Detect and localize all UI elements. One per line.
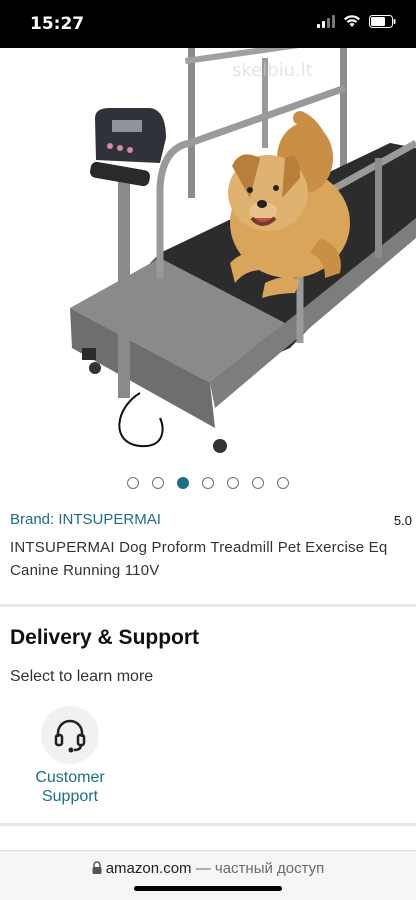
browser-address-bar[interactable]: amazon.com — частный доступ bbox=[0, 850, 416, 900]
delivery-support-subtitle: Select to learn more bbox=[10, 668, 154, 685]
status-time: 15:27 bbox=[30, 14, 85, 34]
rating-value[interactable]: 5.0 bbox=[394, 513, 412, 528]
address-private-mode: — частный доступ bbox=[191, 860, 325, 877]
product-image[interactable]: skelbiu.lt bbox=[0, 48, 416, 458]
carousel-dot[interactable] bbox=[252, 477, 264, 489]
product-title-line2: Canine Running 110V bbox=[10, 562, 160, 579]
treadmill-dog-photo: skelbiu.lt bbox=[70, 48, 416, 453]
section-divider bbox=[0, 604, 416, 607]
carousel-dot[interactable] bbox=[177, 477, 189, 489]
product-title-line1: INTSUPERMAI Dog Proform Treadmill Pet Ex… bbox=[10, 539, 388, 556]
cellular-signal-icon bbox=[317, 14, 335, 28]
carousel-dot[interactable] bbox=[152, 477, 164, 489]
customer-support-button[interactable]: Customer Support bbox=[20, 706, 120, 806]
carousel-dot[interactable] bbox=[202, 477, 214, 489]
battery-icon bbox=[369, 14, 396, 28]
customer-support-label-line2: Support bbox=[41, 788, 99, 805]
product-title: INTSUPERMAI Dog Proform Treadmill Pet Ex… bbox=[10, 536, 416, 582]
carousel-dot[interactable] bbox=[277, 477, 289, 489]
carousel-dots[interactable] bbox=[0, 477, 416, 489]
wifi-icon bbox=[343, 14, 361, 28]
home-indicator[interactable] bbox=[134, 886, 282, 891]
status-bar: 15:27 bbox=[0, 0, 416, 48]
headset-icon bbox=[41, 706, 99, 764]
customer-support-label-line1: Customer bbox=[35, 769, 105, 786]
lock-icon bbox=[92, 861, 102, 878]
address-domain: amazon.com bbox=[105, 860, 192, 877]
status-icons bbox=[317, 14, 396, 28]
carousel-dot[interactable] bbox=[227, 477, 239, 489]
brand-link[interactable]: Brand: INTSUPERMAI bbox=[10, 511, 161, 528]
watermark-text: skelbiu.lt bbox=[232, 60, 313, 81]
address-text[interactable]: amazon.com — частный доступ bbox=[0, 860, 416, 878]
carousel-dot[interactable] bbox=[127, 477, 139, 489]
delivery-support-heading: Delivery & Support bbox=[10, 626, 200, 649]
section-divider-bottom bbox=[0, 823, 416, 826]
